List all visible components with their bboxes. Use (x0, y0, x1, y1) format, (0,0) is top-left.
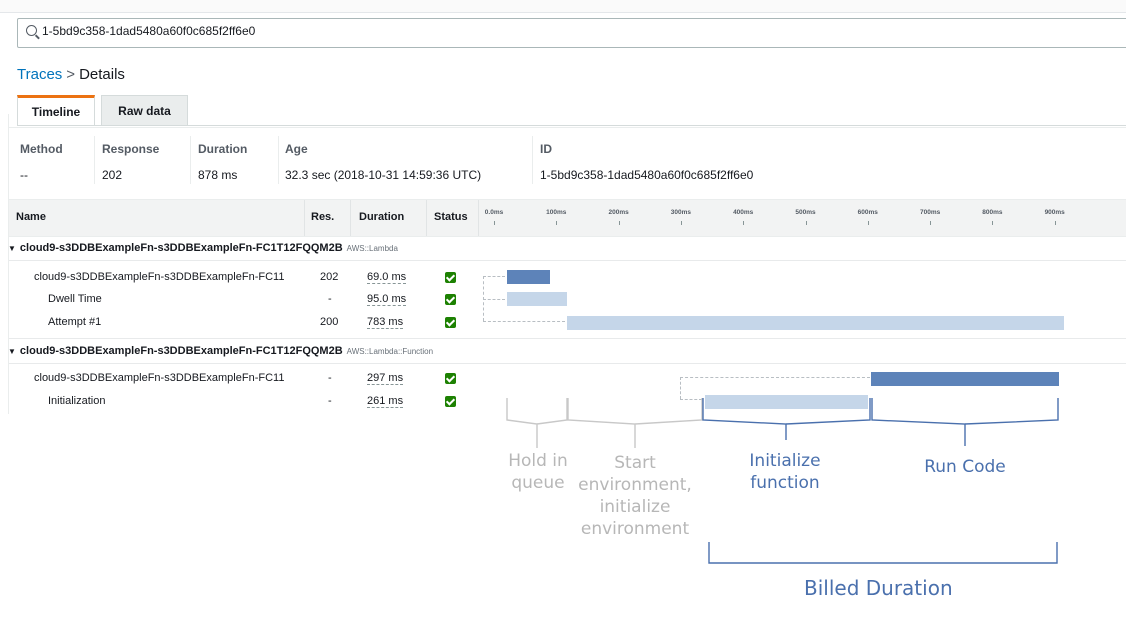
annotation-billed-duration: Billed Duration (804, 576, 953, 600)
run-code-brace (871, 398, 1059, 446)
initialize-function-brace (702, 398, 871, 440)
start-environment-brace (567, 398, 703, 448)
annotation-start-environment: Start environment, initialize environmen… (578, 453, 692, 539)
hold-in-queue-brace (506, 398, 568, 448)
annotation-initialize-function: Initialize function (749, 451, 821, 493)
annotation-run-code: Run Code (924, 457, 1006, 477)
billed-duration-brace (708, 542, 1058, 564)
annotation-hold-in-queue: Hold in queue (508, 451, 568, 493)
annotation-braces (506, 398, 1059, 564)
